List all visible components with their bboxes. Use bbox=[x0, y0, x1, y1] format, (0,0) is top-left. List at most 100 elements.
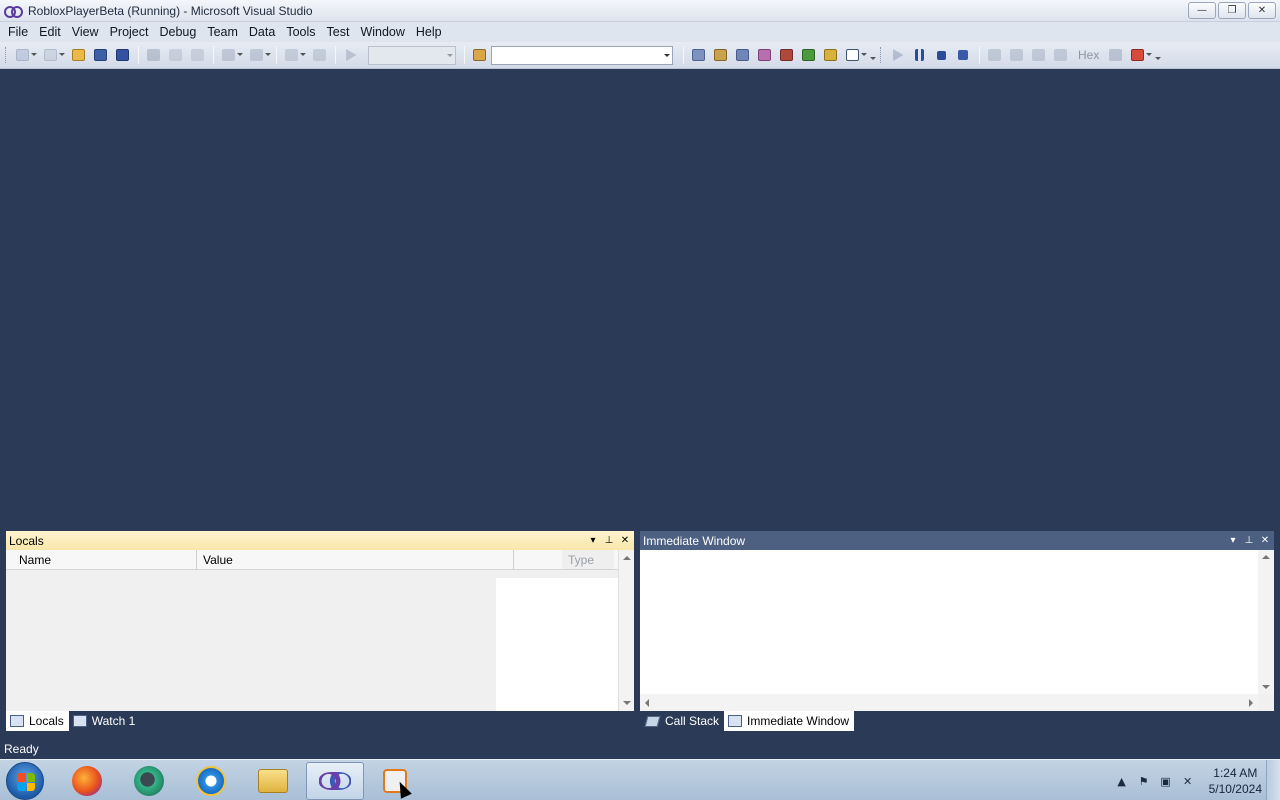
command-window-button[interactable] bbox=[842, 45, 867, 65]
redo-button[interactable] bbox=[246, 45, 271, 65]
undo-button[interactable] bbox=[218, 45, 243, 65]
window-position-button[interactable]: ▾ bbox=[587, 533, 599, 547]
taskbar-app-green[interactable] bbox=[122, 762, 176, 800]
pin-icon: ⊥ bbox=[1244, 534, 1254, 546]
break-all-button[interactable] bbox=[909, 45, 929, 65]
continue-button[interactable] bbox=[887, 45, 907, 65]
menu-project[interactable]: Project bbox=[105, 23, 154, 41]
menu-edit[interactable]: Edit bbox=[34, 23, 66, 41]
column-header-name[interactable]: Name bbox=[6, 550, 197, 569]
show-hidden-icons-icon[interactable]: ▲ bbox=[1115, 774, 1129, 788]
toolbar-overflow-button[interactable] bbox=[868, 45, 876, 65]
object-browser-button[interactable] bbox=[732, 45, 752, 65]
immediate-horizontal-scrollbar[interactable] bbox=[640, 694, 1258, 711]
action-center-flag-icon[interactable]: ⚑ bbox=[1137, 774, 1151, 788]
menu-view[interactable]: View bbox=[67, 23, 104, 41]
immediate-vertical-scrollbar[interactable] bbox=[1258, 550, 1274, 694]
start-debugging-button[interactable] bbox=[340, 45, 360, 65]
toolbar-separator bbox=[464, 46, 465, 64]
clock[interactable]: 1:24 AM 5/10/2024 bbox=[1209, 765, 1262, 797]
open-file-button[interactable] bbox=[68, 45, 88, 65]
taskbar-app-internet-explorer[interactable] bbox=[184, 762, 238, 800]
cut-button[interactable] bbox=[143, 45, 163, 65]
solution-explorer-button[interactable] bbox=[688, 45, 708, 65]
scroll-up-icon[interactable] bbox=[623, 556, 631, 560]
step-over-icon bbox=[1031, 49, 1045, 61]
find-in-files-button[interactable] bbox=[469, 45, 489, 65]
tab-immediate-window[interactable]: Immediate Window bbox=[724, 711, 855, 731]
save-button[interactable] bbox=[90, 45, 110, 65]
menu-team[interactable]: Team bbox=[202, 23, 243, 41]
tab-locals[interactable]: Locals bbox=[6, 711, 69, 731]
close-button[interactable]: ✕ bbox=[1248, 2, 1276, 19]
menu-test[interactable]: Test bbox=[322, 23, 355, 41]
stop-debugging-button[interactable] bbox=[931, 45, 951, 65]
tools-button[interactable] bbox=[776, 45, 796, 65]
solution-configuration-combo[interactable] bbox=[368, 45, 456, 65]
scroll-down-icon[interactable] bbox=[1262, 685, 1270, 689]
locals-grid-header: Name Value Type bbox=[6, 550, 634, 570]
column-header-value[interactable]: Value bbox=[197, 550, 514, 569]
chevron-down-icon bbox=[447, 53, 453, 57]
show-desktop-button[interactable] bbox=[1266, 760, 1280, 800]
step-into-icon bbox=[1009, 49, 1023, 61]
add-item-button[interactable] bbox=[40, 45, 65, 65]
save-all-button[interactable] bbox=[112, 45, 132, 65]
class-view-button[interactable] bbox=[820, 45, 840, 65]
locals-panel-header[interactable]: Locals ▾ ⊥ ✕ bbox=[6, 531, 634, 550]
scroll-right-icon[interactable] bbox=[1249, 699, 1253, 707]
menu-file[interactable]: File bbox=[3, 23, 33, 41]
auto-hide-button[interactable]: ⊥ bbox=[603, 533, 615, 547]
navigate-backward-button[interactable] bbox=[281, 45, 306, 65]
toolbox-button[interactable] bbox=[754, 45, 774, 65]
scroll-down-icon[interactable] bbox=[623, 701, 631, 705]
paste-button[interactable] bbox=[187, 45, 207, 65]
navigate-forward-button[interactable] bbox=[309, 45, 329, 65]
close-panel-button[interactable]: ✕ bbox=[1259, 533, 1271, 547]
menu-tools[interactable]: Tools bbox=[281, 23, 320, 41]
immediate-window-editor[interactable] bbox=[640, 550, 1258, 694]
taskbar-app-visual-studio[interactable] bbox=[306, 762, 364, 800]
locals-grid-body[interactable] bbox=[6, 570, 618, 711]
volume-muted-icon[interactable]: ✕ bbox=[1181, 774, 1195, 788]
minimize-button[interactable]: — bbox=[1188, 2, 1216, 19]
show-next-statement-button[interactable] bbox=[984, 45, 1004, 65]
auto-hide-button[interactable]: ⊥ bbox=[1243, 533, 1255, 547]
step-out-button[interactable] bbox=[1050, 45, 1070, 65]
solution-explorer-icon bbox=[691, 49, 705, 61]
column-header-type[interactable]: Type bbox=[562, 550, 614, 569]
step-into-button[interactable] bbox=[1006, 45, 1026, 65]
restore-button[interactable]: ❐ bbox=[1218, 2, 1246, 19]
menu-help[interactable]: Help bbox=[411, 23, 447, 41]
tab-watch-1[interactable]: Watch 1 bbox=[69, 711, 141, 731]
copy-button[interactable] bbox=[165, 45, 185, 65]
menu-data[interactable]: Data bbox=[244, 23, 280, 41]
scroll-up-icon[interactable] bbox=[1262, 555, 1270, 559]
show-threads-button[interactable] bbox=[1105, 45, 1125, 65]
window-position-button[interactable]: ▾ bbox=[1227, 533, 1239, 547]
taskbar-app-firefox[interactable] bbox=[60, 762, 114, 800]
find-combo[interactable] bbox=[491, 45, 673, 65]
network-icon[interactable]: ▣ bbox=[1159, 774, 1173, 788]
step-over-button[interactable] bbox=[1028, 45, 1048, 65]
toolbar-grip[interactable] bbox=[880, 47, 883, 63]
scroll-left-icon[interactable] bbox=[645, 699, 649, 707]
menu-debug[interactable]: Debug bbox=[154, 23, 201, 41]
breakpoints-window-button[interactable] bbox=[1127, 45, 1153, 65]
pause-icon bbox=[914, 49, 924, 61]
new-project-button[interactable] bbox=[12, 45, 37, 65]
toolbar-overflow-button[interactable] bbox=[1153, 45, 1162, 65]
menu-window[interactable]: Window bbox=[355, 23, 409, 41]
restart-button[interactable] bbox=[953, 45, 973, 65]
tab-call-stack[interactable]: Call Stack bbox=[642, 711, 724, 731]
start-page-button[interactable] bbox=[798, 45, 818, 65]
start-button[interactable] bbox=[6, 762, 44, 800]
toolbar-grip[interactable] bbox=[5, 47, 8, 63]
locals-vertical-scrollbar[interactable] bbox=[618, 550, 634, 711]
immediate-panel-header[interactable]: Immediate Window ▾ ⊥ ✕ bbox=[640, 531, 1274, 550]
taskbar-app-media-player[interactable] bbox=[368, 762, 422, 800]
properties-button[interactable] bbox=[710, 45, 730, 65]
close-panel-button[interactable]: ✕ bbox=[619, 533, 631, 547]
hex-toggle[interactable]: Hex bbox=[1078, 48, 1099, 62]
taskbar-app-file-explorer[interactable] bbox=[246, 762, 300, 800]
